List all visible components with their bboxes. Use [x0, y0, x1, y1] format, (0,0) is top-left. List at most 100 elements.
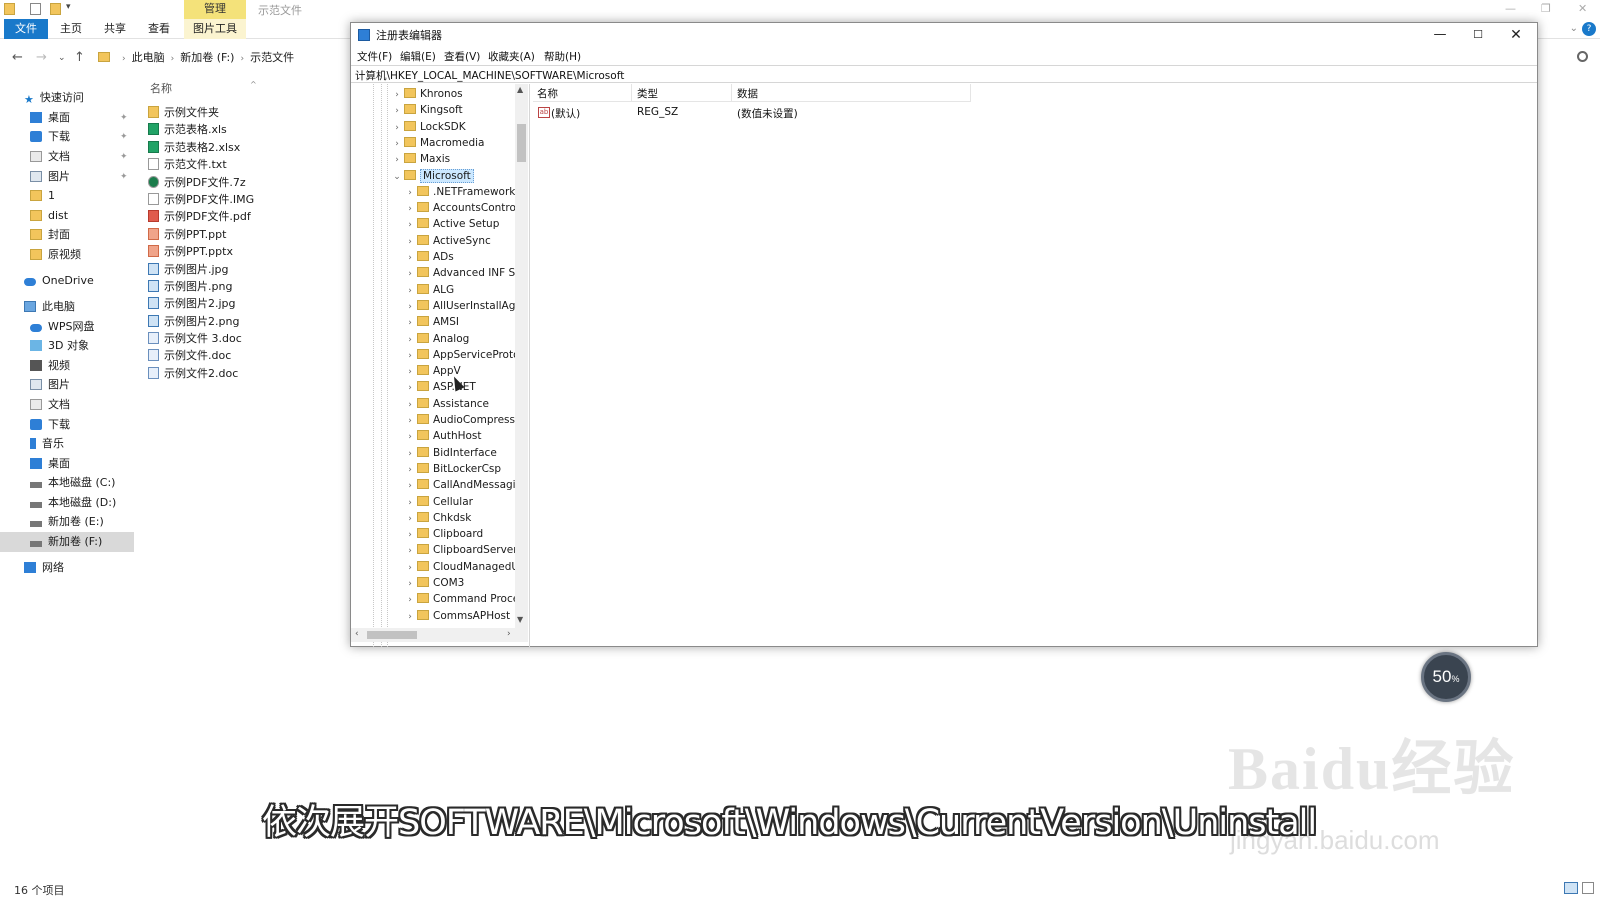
chevron-right-icon[interactable]: ›: [404, 234, 416, 250]
sidebar-item[interactable]: WPS网盘: [0, 317, 134, 337]
chevron-down-icon[interactable]: ⌄: [391, 169, 403, 185]
chevron-right-icon[interactable]: ›: [404, 560, 416, 576]
file-list-item[interactable]: 示范表格.xls: [148, 121, 348, 138]
scrollbar-thumb[interactable]: [517, 124, 526, 162]
sidebar-item[interactable]: 本地磁盘 (C:): [0, 473, 134, 493]
registry-key[interactable]: › AMSI: [404, 314, 459, 330]
chevron-right-icon[interactable]: ›: [404, 201, 416, 217]
registry-key[interactable]: › Assistance: [404, 396, 489, 412]
sidebar-item[interactable]: 桌面: [0, 454, 134, 474]
registry-key[interactable]: › ASP.NET: [404, 379, 476, 395]
sidebar-item[interactable]: 网络: [0, 558, 134, 578]
chevron-right-icon[interactable]: ›: [404, 364, 416, 380]
registry-key[interactable]: › Analog: [404, 331, 469, 347]
tab-file[interactable]: 文件: [4, 19, 48, 39]
scrollbar-thumb[interactable]: [367, 631, 417, 639]
chevron-right-icon[interactable]: ›: [391, 103, 403, 119]
tree-vertical-scrollbar[interactable]: ▲ ▼: [515, 84, 528, 628]
details-view-icon[interactable]: [1564, 882, 1578, 894]
chevron-right-icon[interactable]: ›: [404, 543, 416, 559]
sidebar-item[interactable]: 新加卷 (F:): [0, 532, 134, 552]
chevron-right-icon[interactable]: ›: [404, 576, 416, 592]
breadcrumb-item[interactable]: 此电脑: [132, 51, 165, 64]
chevron-right-icon[interactable]: ›: [404, 332, 416, 348]
registry-key[interactable]: › AppServiceProto: [404, 347, 520, 363]
registry-key[interactable]: › .NETFramework: [404, 184, 515, 200]
sidebar-item[interactable]: 原视频: [0, 245, 134, 265]
registry-key[interactable]: › Command Proce: [404, 591, 519, 607]
registry-key[interactable]: › Chkdsk: [404, 510, 471, 526]
sidebar-item[interactable]: OneDrive: [0, 271, 134, 291]
sidebar-item[interactable]: 视频: [0, 356, 134, 376]
chevron-right-icon[interactable]: ›: [404, 478, 416, 494]
forward-arrow-icon[interactable]: →: [36, 50, 47, 65]
pin-icon[interactable]: ✦: [120, 167, 128, 187]
maximize-icon[interactable]: ☐: [1463, 25, 1493, 45]
tab-share[interactable]: 共享: [96, 19, 134, 39]
scroll-up-icon[interactable]: ▲: [517, 85, 523, 94]
registry-key[interactable]: ⌄ Microsoft: [391, 168, 474, 184]
file-list-item[interactable]: 示例PPT.ppt: [148, 226, 348, 243]
chevron-right-icon[interactable]: ›: [404, 250, 416, 266]
quick-access-dropdown-icon[interactable]: ▾: [66, 2, 71, 12]
registry-key[interactable]: › CallAndMessagi: [404, 477, 516, 493]
sidebar-item[interactable]: 音乐: [0, 434, 134, 454]
registry-key[interactable]: › COM3: [404, 575, 464, 591]
chevron-right-icon[interactable]: ›: [404, 315, 416, 331]
column-header-type[interactable]: 类型: [637, 86, 658, 102]
recent-locations-icon[interactable]: ⌄: [58, 53, 66, 63]
sidebar-item[interactable]: 下载: [0, 415, 134, 435]
chevron-right-icon[interactable]: ›: [404, 527, 416, 543]
registry-key[interactable]: › Maxis: [391, 151, 450, 167]
new-folder-icon[interactable]: [50, 3, 61, 15]
tab-picture-tools[interactable]: 图片工具: [184, 19, 246, 39]
chevron-right-icon[interactable]: ›: [391, 136, 403, 152]
regedit-titlebar[interactable]: 注册表编辑器 — ☐ ✕: [351, 23, 1537, 47]
chevron-right-icon[interactable]: ›: [391, 120, 403, 136]
minimize-icon[interactable]: —: [1505, 2, 1516, 15]
sidebar-item[interactable]: 1: [0, 186, 134, 206]
registry-value-row[interactable]: ab (默认) REG_SZ (数值未设置): [533, 104, 971, 122]
breadcrumb[interactable]: › 此电脑 › 新加卷 (F:) › 示范文件: [92, 48, 352, 68]
chevron-right-icon[interactable]: ›: [404, 495, 416, 511]
sidebar-item[interactable]: 图片: [0, 375, 134, 395]
registry-key[interactable]: › AccountsControl: [404, 200, 519, 216]
registry-key[interactable]: › Active Setup: [404, 216, 499, 232]
registry-key[interactable]: › ActiveSync: [404, 233, 491, 249]
menu-file[interactable]: 文件(F): [357, 49, 392, 64]
chevron-right-icon[interactable]: ›: [404, 299, 416, 315]
sidebar-item[interactable]: 文档: [0, 395, 134, 415]
search-icon[interactable]: [1577, 51, 1588, 62]
sidebar-item[interactable]: 3D 对象: [0, 336, 134, 356]
chevron-right-icon[interactable]: ›: [404, 348, 416, 364]
registry-key[interactable]: › BidInterface: [404, 445, 497, 461]
file-list-item[interactable]: 示例图片2.jpg: [148, 295, 348, 312]
registry-key[interactable]: › ADs: [404, 249, 454, 265]
restore-icon[interactable]: ❐: [1541, 2, 1551, 15]
file-list-item[interactable]: 示例文件夹: [148, 104, 348, 121]
registry-key[interactable]: › Khronos: [391, 86, 463, 102]
registry-key[interactable]: › AuthHost: [404, 428, 482, 444]
tree-horizontal-scrollbar[interactable]: ‹ ›: [351, 628, 528, 642]
sidebar-item[interactable]: 封面: [0, 225, 134, 245]
chevron-down-icon[interactable]: ⌄: [1570, 23, 1578, 34]
registry-key[interactable]: › Clipboard: [404, 526, 483, 542]
scroll-down-icon[interactable]: ▼: [517, 615, 523, 624]
help-icon[interactable]: ?: [1582, 22, 1596, 36]
registry-key[interactable]: › ClipboardServer: [404, 542, 518, 558]
sidebar-item[interactable]: 本地磁盘 (D:): [0, 493, 134, 513]
chevron-right-icon[interactable]: ›: [391, 87, 403, 103]
chevron-right-icon[interactable]: ›: [404, 397, 416, 413]
manage-context-tab[interactable]: 管理: [184, 0, 246, 19]
breadcrumb-item[interactable]: 示范文件: [250, 51, 294, 64]
file-list-item[interactable]: 示范文件.txt: [148, 156, 348, 173]
file-list-item[interactable]: 示例文件2.doc: [148, 365, 348, 382]
column-divider[interactable]: [970, 84, 971, 102]
properties-icon[interactable]: [30, 3, 41, 15]
registry-key[interactable]: › CommsAPHost: [404, 608, 510, 624]
registry-key[interactable]: › Advanced INF Se: [404, 265, 522, 281]
file-list-header[interactable]: 名称 ^: [150, 80, 350, 100]
registry-key[interactable]: › AllUserInstallAge: [404, 298, 522, 314]
chevron-right-icon[interactable]: ›: [404, 592, 416, 608]
sidebar-item[interactable]: 桌面 ✦: [0, 108, 134, 128]
